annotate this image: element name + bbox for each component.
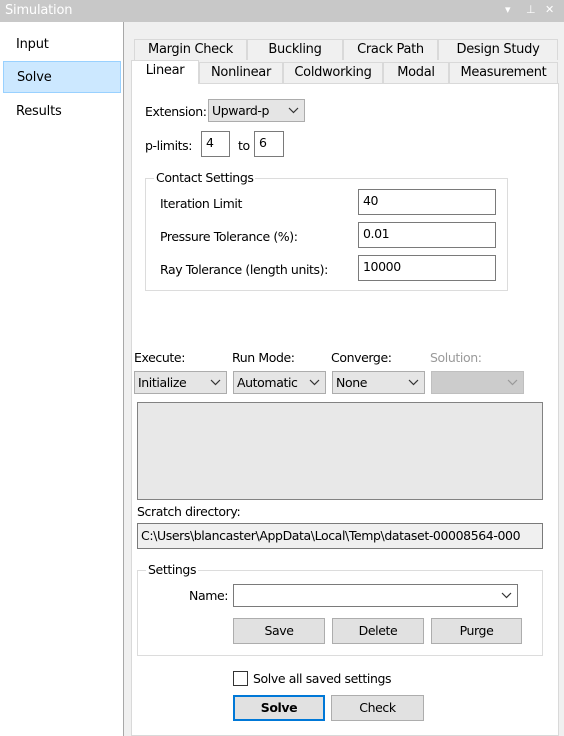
converge-select-value: None (336, 375, 368, 390)
chevron-down-icon (501, 592, 512, 599)
tab-design-study[interactable]: Design Study (438, 39, 558, 60)
tab-nonlinear[interactable]: Nonlinear (199, 62, 283, 83)
tab-measurement[interactable]: Measurement (449, 62, 558, 83)
tab-margin-check[interactable]: Margin Check (134, 39, 247, 60)
tab-buckling[interactable]: Buckling (247, 39, 343, 60)
ray-tolerance-input[interactable]: 10000 (358, 255, 496, 281)
save-settings-button[interactable]: Save (233, 618, 325, 644)
tab-linear[interactable]: Linear (131, 60, 199, 84)
settings-name-combo[interactable] (233, 584, 518, 607)
pin-icon[interactable]: ⊥ (526, 3, 536, 16)
extension-select[interactable]: Upward-p (208, 99, 305, 122)
window-title: Simulation (5, 3, 73, 18)
plimit-from-input[interactable]: 4 (201, 131, 230, 157)
window-titlebar: Simulation ▾ ⊥ ✕ (0, 0, 564, 22)
chevron-down-icon (408, 379, 419, 386)
execute-select-value: Initialize (138, 375, 187, 390)
execute-select[interactable]: Initialize (134, 371, 227, 394)
plimit-to-input[interactable]: 6 (254, 131, 284, 157)
tab-modal[interactable]: Modal (383, 62, 449, 83)
nav-item-input[interactable]: Input (3, 29, 121, 61)
close-icon[interactable]: ✕ (545, 3, 554, 16)
tab-crack-path[interactable]: Crack Path (343, 39, 438, 60)
nav-item-solve[interactable]: Solve (3, 61, 121, 93)
converge-select[interactable]: None (332, 371, 425, 394)
solve-button[interactable]: Solve (233, 695, 325, 721)
chevron-down-icon (210, 379, 221, 386)
iteration-limit-input[interactable]: 40 (358, 189, 496, 215)
extension-select-value: Upward-p (212, 103, 270, 118)
navigation-pane: Input Solve Results (0, 22, 124, 736)
run-mode-select[interactable]: Automatic (233, 371, 326, 394)
tab-coldworking[interactable]: Coldworking (283, 62, 383, 83)
window-menu-dropdown-icon[interactable]: ▾ (505, 3, 511, 16)
nav-item-results[interactable]: Results (3, 96, 121, 128)
delete-settings-button[interactable]: Delete (332, 618, 424, 644)
scratch-directory-field[interactable]: C:\Users\blancaster\AppData\Local\Temp\d… (137, 523, 543, 549)
chevron-down-icon (309, 379, 320, 386)
solver-output-area[interactable] (137, 402, 543, 500)
purge-settings-button[interactable]: Purge (431, 618, 522, 644)
chevron-down-icon (288, 107, 299, 114)
check-button[interactable]: Check (331, 695, 424, 721)
solve-all-checkbox[interactable] (233, 671, 248, 686)
run-mode-select-value: Automatic (237, 375, 298, 390)
pressure-tolerance-input[interactable]: 0.01 (358, 222, 496, 248)
